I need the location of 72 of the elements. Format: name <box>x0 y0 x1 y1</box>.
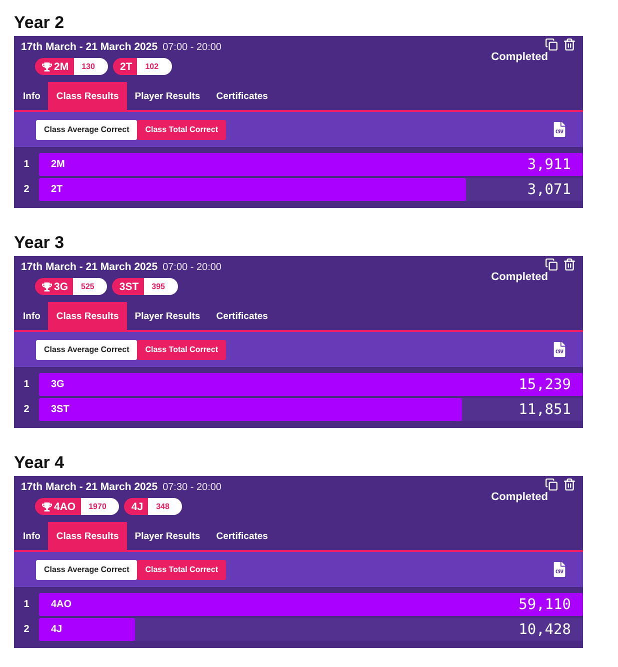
rank-number: 1 <box>24 159 30 170</box>
date-range: 17th March - 21 March 2025 <box>21 261 158 274</box>
section-heading: Year 3 <box>14 232 64 254</box>
metric-toggle-button[interactable]: Class Average Correct <box>36 340 138 360</box>
trash-icon[interactable] <box>563 38 576 51</box>
class-score: 348 <box>148 498 182 515</box>
rank-number: 1 <box>24 599 30 610</box>
class-name: 2M <box>54 60 69 72</box>
tab[interactable]: Player Results <box>126 522 208 550</box>
class-score: 395 <box>144 278 178 295</box>
copy-icon[interactable] <box>545 258 558 271</box>
class-score: 1970 <box>80 498 120 515</box>
csv-file-icon[interactable] <box>552 342 567 357</box>
date-range: 17th March - 21 March 2025 <box>21 481 158 494</box>
metric-toggle-button[interactable]: Class Average Correct <box>36 120 138 140</box>
class-name: 2M <box>51 159 65 170</box>
trash-icon[interactable] <box>563 478 576 491</box>
trophy-icon <box>42 282 52 292</box>
time-range: 07:30 - 20:00 <box>162 481 222 494</box>
tab[interactable]: Player Results <box>126 82 208 110</box>
copy-icon[interactable] <box>545 478 558 491</box>
metric-toggle-button[interactable]: Class Total Correct <box>137 340 226 360</box>
section-heading: Year 2 <box>14 12 64 34</box>
score-value: 11,851 <box>518 402 571 418</box>
class-name: 3ST <box>119 280 139 292</box>
class-name: 3ST <box>51 404 70 415</box>
class-name: 3G <box>54 280 68 292</box>
tab[interactable]: Info <box>15 302 48 330</box>
class-score: 130 <box>74 58 108 75</box>
score-value: 59,110 <box>518 596 571 612</box>
class-name: 4J <box>131 500 144 512</box>
tab[interactable]: Class Results <box>48 522 127 550</box>
class-name: 2T <box>51 184 63 195</box>
tab[interactable]: Player Results <box>126 302 208 330</box>
metric-toggle-button[interactable]: Class Total Correct <box>137 560 226 580</box>
rank-number: 2 <box>24 184 30 195</box>
rank-number: 2 <box>24 624 30 635</box>
class-name: 4AO <box>54 500 76 512</box>
trophy-icon <box>42 62 52 72</box>
csv-file-icon[interactable] <box>552 562 567 577</box>
csv-file-icon[interactable] <box>552 122 567 137</box>
date-range: 17th March - 21 March 2025 <box>21 41 158 54</box>
score-value: 3,071 <box>527 182 571 198</box>
tab[interactable]: Info <box>15 82 48 110</box>
metric-toggle-button[interactable]: Class Total Correct <box>137 120 226 140</box>
rank-number: 2 <box>24 404 30 415</box>
score-value: 15,239 <box>518 376 571 392</box>
tab[interactable]: Info <box>15 522 48 550</box>
status-text: Completed <box>491 491 548 504</box>
class-name: 4AO <box>51 599 72 610</box>
class-name: 4J <box>51 624 62 635</box>
metric-toggle-button[interactable]: Class Average Correct <box>36 560 138 580</box>
tab[interactable]: Class Results <box>48 302 127 330</box>
tab[interactable]: Certificates <box>208 82 276 110</box>
time-range: 07:00 - 20:00 <box>162 41 222 54</box>
tab[interactable]: Class Results <box>48 82 127 110</box>
section-heading: Year 4 <box>14 452 64 474</box>
score-value: 3,911 <box>527 156 571 172</box>
time-range: 07:00 - 20:00 <box>162 261 222 274</box>
status-text: Completed <box>491 271 548 284</box>
class-score: 102 <box>137 58 172 75</box>
class-score: 525 <box>73 278 108 295</box>
tab[interactable]: Certificates <box>208 302 276 330</box>
tab[interactable]: Certificates <box>208 522 276 550</box>
score-value: 10,428 <box>518 622 571 638</box>
class-name: 2T <box>120 60 132 72</box>
status-text: Completed <box>491 51 548 64</box>
class-name: 3G <box>51 379 64 390</box>
trash-icon[interactable] <box>563 258 576 271</box>
copy-icon[interactable] <box>545 38 558 51</box>
trophy-icon <box>42 502 52 512</box>
rank-number: 1 <box>24 379 30 390</box>
